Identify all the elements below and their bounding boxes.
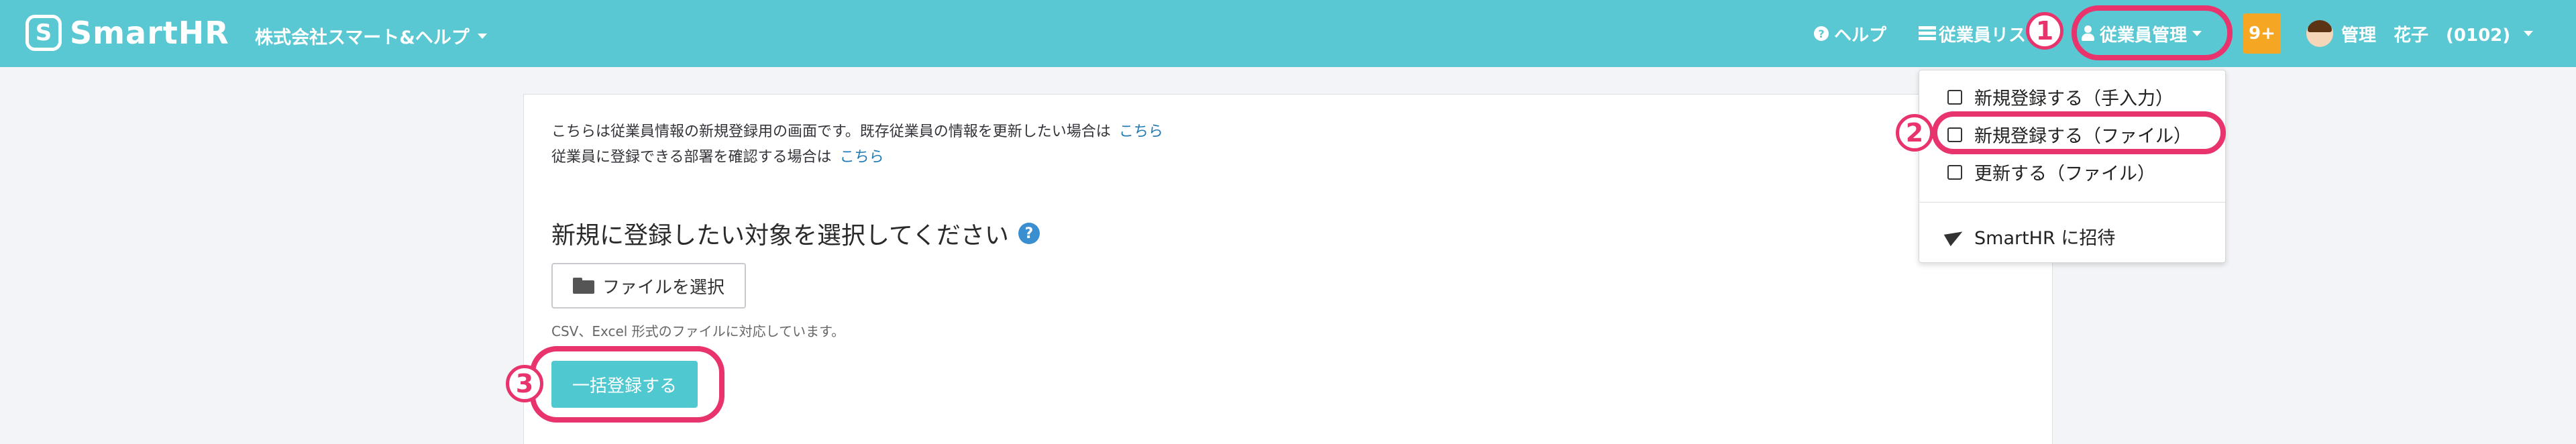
dropdown-label: SmartHR に招待 xyxy=(1974,227,2116,249)
info-line-2-text: 従業員に登録できる部署を確認する場合は xyxy=(551,149,832,166)
annotation-number-3: 3 xyxy=(506,365,543,402)
annotation-number-1: 1 xyxy=(2026,12,2063,50)
dropdown-label: 新規登録する（手入力） xyxy=(1974,88,2174,109)
department-check-link[interactable]: こちら xyxy=(840,149,884,166)
update-existing-link[interactable]: こちら xyxy=(1119,123,1163,140)
dropdown-label: 更新する（ファイル） xyxy=(1974,163,2155,184)
folder-icon xyxy=(572,278,594,294)
employee-manage-dropdown: 新規登録する（手入力） 新規登録する（ファイル） 更新する（ファイル） Smar… xyxy=(1919,70,2226,263)
help-link[interactable]: ? ヘルプ xyxy=(1814,20,1886,47)
logo-text: SmartHR xyxy=(70,15,229,51)
file-format-hint: CSV、Excel 形式のファイルに対応しています。 xyxy=(551,323,845,339)
chevron-down-icon xyxy=(477,33,487,39)
user-name: 管理 花子 (0102) xyxy=(2341,25,2511,46)
company-switcher[interactable]: 株式会社スマート&ヘルプ xyxy=(255,23,487,49)
smarthr-logo[interactable]: S SmartHR xyxy=(25,15,229,51)
dropdown-item-update-file[interactable]: 更新する（ファイル） xyxy=(1919,155,2226,188)
info-line-1-text: こちらは従業員情報の新規登録用の画面です。既存従業員の情報を更新したい場合は xyxy=(551,123,1111,140)
dropdown-item-invite[interactable]: SmartHR に招待 xyxy=(1919,219,2226,253)
help-label: ヘルプ xyxy=(1834,25,1887,46)
question-icon: ? xyxy=(1814,26,1829,41)
dropdown-divider xyxy=(1919,202,2226,203)
avatar[interactable] xyxy=(2306,20,2333,47)
annotation-highlight-3 xyxy=(530,346,724,423)
notification-badge[interactable]: 9+ xyxy=(2243,13,2281,54)
file-select-label: ファイルを選択 xyxy=(602,277,724,298)
info-line-2: 従業員に登録できる部署を確認する場合は こちら xyxy=(551,145,1163,170)
section-title-text: 新規に登録したい対象を選択してください xyxy=(551,222,1009,249)
chevron-down-icon xyxy=(2524,31,2534,36)
user-menu[interactable]: 管理 花子 (0102) xyxy=(2341,20,2534,47)
paper-plane-icon xyxy=(1943,225,1966,247)
info-line-1: こちらは従業員情報の新規登録用の画面です。既存従業員の情報を更新したい場合は こち… xyxy=(551,119,1163,145)
help-icon[interactable]: ? xyxy=(1018,223,1040,244)
dropdown-item-new-manual[interactable]: 新規登録する（手入力） xyxy=(1919,80,2226,113)
section-title: 新規に登録したい対象を選択してください ? xyxy=(551,216,1040,251)
edit-icon xyxy=(1947,90,1962,105)
annotation-highlight-2 xyxy=(1932,111,2226,154)
annotation-highlight-1 xyxy=(2072,5,2233,60)
file-refresh-icon xyxy=(1947,165,1962,180)
info-text: こちらは従業員情報の新規登録用の画面です。既存従業員の情報を更新したい場合は こち… xyxy=(551,119,1163,170)
file-select-button[interactable]: ファイルを選択 xyxy=(551,263,746,309)
annotation-number-2: 2 xyxy=(1896,114,1933,152)
logo-mark-icon: S xyxy=(25,15,62,51)
employee-list-link[interactable]: 従業員リスト xyxy=(1919,20,2043,47)
company-name: 株式会社スマート&ヘルプ xyxy=(255,27,470,48)
list-icon xyxy=(1919,26,1936,41)
